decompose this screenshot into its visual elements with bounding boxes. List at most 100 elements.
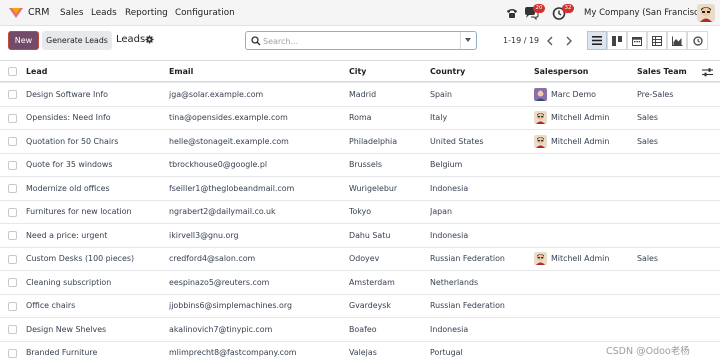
column-header-sales-team[interactable]: Sales Team [637, 61, 697, 81]
country-cell[interactable]: Russian Federation [430, 295, 530, 318]
table-row[interactable]: Custom Desks (100 pieces) credford4@salon… [0, 246, 720, 271]
salesperson-cell[interactable]: Mitchell Admin [534, 248, 634, 271]
table-row[interactable]: Design New Shelves akalinovich7@tinypic.c… [0, 317, 720, 341]
lead-cell[interactable]: Office chairs [26, 295, 166, 318]
row-checkbox[interactable] [8, 207, 17, 217]
sales-team-cell[interactable] [637, 177, 712, 200]
sales-team-cell[interactable] [637, 224, 712, 247]
city-cell[interactable]: Philadelphia [349, 130, 427, 153]
table-row[interactable]: Office chairs jjobbins6@simplemachines.or… [0, 293, 720, 318]
city-cell[interactable]: Valejas [349, 342, 427, 362]
lead-cell[interactable]: Furnitures for new location [26, 201, 166, 224]
country-cell[interactable]: Portugal [430, 342, 530, 362]
country-cell[interactable]: Russian Federation [430, 248, 530, 271]
email-cell[interactable]: tbrockhouse0@google.pl [169, 154, 344, 177]
country-cell[interactable]: Netherlands [430, 271, 530, 294]
country-cell[interactable]: Indonesia [430, 224, 530, 247]
country-cell[interactable]: Indonesia [430, 318, 530, 341]
salesperson-cell[interactable] [534, 154, 634, 177]
city-cell[interactable]: Boafeo [349, 318, 427, 341]
salesperson-cell[interactable] [534, 177, 634, 200]
salesperson-cell[interactable]: Mitchell Admin [534, 107, 634, 130]
app-name[interactable]: CRM [28, 7, 49, 18]
sales-team-cell[interactable]: Sales [637, 107, 712, 130]
lead-cell[interactable]: Design Software Info [26, 83, 166, 106]
country-cell[interactable]: Japan [430, 201, 530, 224]
column-header-country[interactable]: Country [430, 61, 525, 81]
email-cell[interactable]: fseiller1@theglobeandmail.com [169, 177, 344, 200]
city-cell[interactable]: Wurigelebur [349, 177, 427, 200]
phone-icon[interactable] [504, 5, 520, 21]
menu-leads[interactable]: Leads [91, 8, 117, 18]
sales-team-cell[interactable] [637, 295, 712, 318]
salesperson-cell[interactable] [534, 201, 634, 224]
row-checkbox[interactable] [8, 184, 17, 193]
activity-view-button[interactable] [687, 31, 708, 50]
user-avatar[interactable] [697, 4, 715, 22]
lead-cell[interactable]: Need a price: urgent [26, 224, 166, 247]
search-options-toggle[interactable] [460, 32, 476, 49]
email-cell[interactable]: jga@solar.example.com [169, 83, 344, 106]
generate-leads-button[interactable]: Generate Leads [42, 31, 112, 50]
sales-team-cell[interactable]: Sales [637, 248, 712, 271]
email-cell[interactable]: eespinazo5@reuters.com [169, 271, 344, 294]
city-cell[interactable]: Brussels [349, 154, 427, 177]
menu-configuration[interactable]: Configuration [175, 8, 235, 18]
city-cell[interactable]: Amsterdam [349, 271, 427, 294]
city-cell[interactable]: Odoyev [349, 248, 427, 271]
salesperson-cell[interactable]: Mitchell Admin [534, 130, 634, 153]
email-cell[interactable]: credford4@salon.com [169, 248, 344, 271]
lead-cell[interactable]: Design New Shelves [26, 318, 166, 341]
city-cell[interactable]: Roma [349, 107, 427, 130]
email-cell[interactable]: mlimprecht8@fastcompany.com [169, 342, 344, 362]
lead-cell[interactable]: Modernize old offices [26, 177, 166, 200]
table-row[interactable]: Modernize old offices fseiller1@theglobea… [0, 176, 720, 200]
table-row[interactable]: Need a price: urgent ikirvell3@gnu.org Dah… [0, 223, 720, 247]
sales-team-cell[interactable] [637, 271, 712, 294]
table-row[interactable]: Design Software Info jga@solar.example.co… [0, 82, 720, 106]
optional-columns-icon[interactable] [702, 67, 713, 77]
sales-team-cell[interactable]: Sales [637, 130, 712, 153]
lead-cell[interactable]: Opensides: Need Info [26, 107, 166, 130]
lead-cell[interactable]: Quote for 35 windows [26, 154, 166, 177]
salesperson-cell[interactable] [534, 295, 634, 318]
menu-sales[interactable]: Sales [60, 8, 83, 18]
table-row[interactable]: Furnitures for new location ngrabert2@dai… [0, 199, 720, 224]
column-header-city[interactable]: City [349, 61, 424, 81]
row-checkbox[interactable] [8, 90, 17, 99]
crm-logo-icon[interactable] [8, 6, 24, 20]
gear-icon[interactable] [145, 35, 154, 44]
column-header-lead[interactable]: Lead [26, 61, 166, 81]
row-checkbox[interactable] [8, 254, 17, 264]
calendar-view-button[interactable] [627, 31, 647, 50]
table-row[interactable]: Quotation for 50 Chairs helle@stonageit.e… [0, 129, 720, 153]
menu-reporting[interactable]: Reporting [125, 8, 168, 18]
city-cell[interactable]: Dahu Satu [349, 224, 427, 247]
city-cell[interactable]: Gvardeysk [349, 295, 427, 318]
pager-next-button[interactable] [560, 32, 578, 50]
company-switcher[interactable]: My Company (San Francisco) [584, 8, 707, 18]
column-header-salesperson[interactable]: Salesperson [534, 61, 629, 81]
salesperson-cell[interactable] [534, 271, 634, 294]
country-cell[interactable]: Belgium [430, 154, 530, 177]
city-cell[interactable]: Tokyo [349, 201, 427, 224]
column-header-email[interactable]: Email [169, 61, 339, 81]
sales-team-cell[interactable] [637, 154, 712, 177]
row-checkbox[interactable] [8, 231, 17, 240]
pivot-view-button[interactable] [647, 31, 667, 50]
country-cell[interactable]: United States [430, 130, 530, 153]
row-checkbox[interactable] [8, 160, 17, 170]
lead-cell[interactable]: Branded Furniture [26, 342, 166, 362]
table-row[interactable]: Quote for 35 windows tbrockhouse0@google.… [0, 152, 720, 177]
city-cell[interactable]: Madrid [349, 83, 427, 106]
salesperson-cell[interactable] [534, 318, 634, 341]
list-view-button[interactable] [587, 31, 607, 50]
pager-value[interactable]: 1-19 / 19 [503, 36, 539, 45]
row-checkbox[interactable] [8, 325, 17, 334]
row-checkbox[interactable] [8, 278, 17, 287]
sales-team-cell[interactable] [637, 201, 712, 224]
row-checkbox[interactable] [8, 113, 17, 123]
search-input[interactable] [263, 35, 453, 47]
lead-cell[interactable]: Quotation for 50 Chairs [26, 130, 166, 153]
country-cell[interactable]: Indonesia [430, 177, 530, 200]
